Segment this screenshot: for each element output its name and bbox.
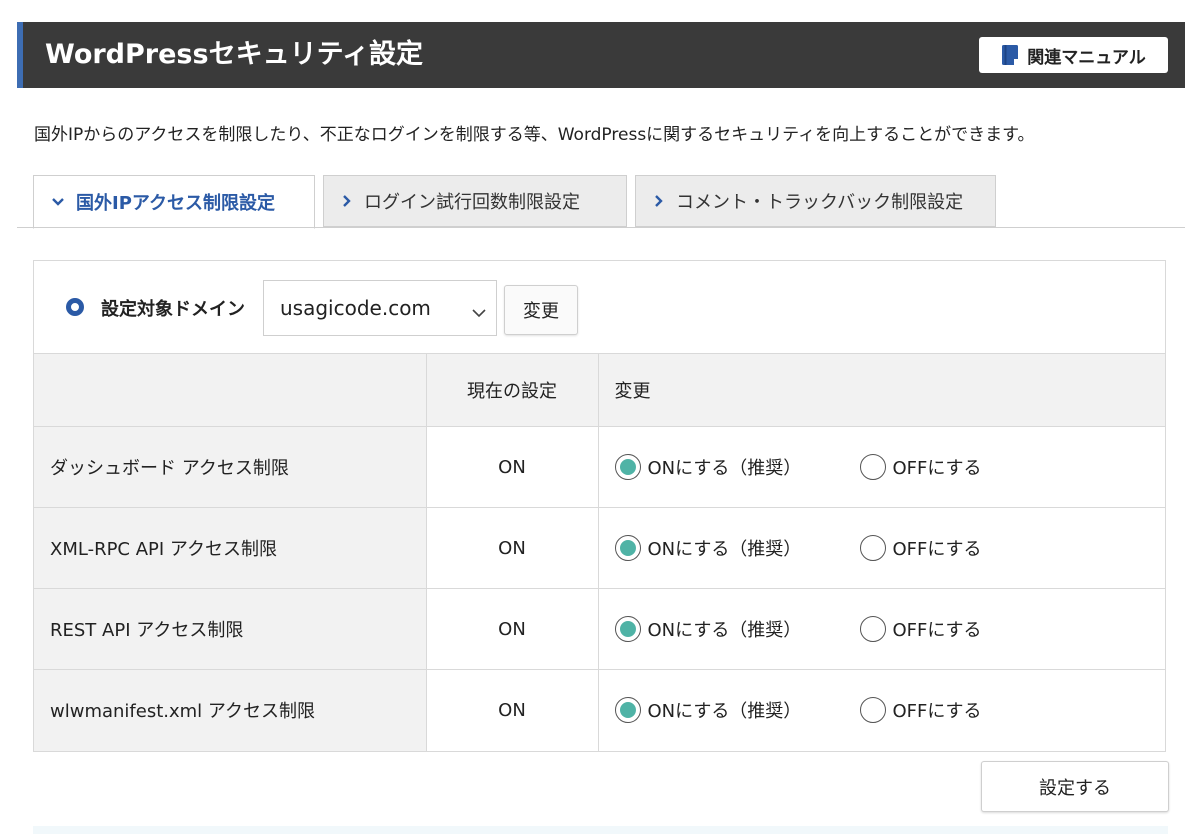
tabs-divider bbox=[17, 227, 1185, 228]
book-icon bbox=[1001, 44, 1019, 66]
on-option[interactable]: ONにする（推奨） bbox=[614, 454, 860, 480]
off-option[interactable]: OFFにする bbox=[859, 535, 982, 561]
domain-label: 設定対象ドメイン bbox=[101, 299, 245, 320]
related-manual-button[interactable]: 関連マニュアル bbox=[979, 37, 1168, 73]
table-row: XML-RPC API アクセス制限 ON ONにする（推奨） OFFにする bbox=[34, 507, 1165, 589]
radio-group: ONにする（推奨） OFFにする bbox=[614, 454, 1165, 480]
row-name: REST API アクセス制限 bbox=[34, 588, 427, 670]
table-row: wlwmanifest.xml アクセス制限 ON ONにする（推奨） OFFに… bbox=[34, 669, 1165, 751]
settings-table: 現在の設定 変更 ダッシュボード アクセス制限 ON ONにする（推奨） OFF… bbox=[34, 353, 1165, 751]
on-option[interactable]: ONにする（推奨） bbox=[614, 697, 860, 724]
radio-on[interactable] bbox=[614, 697, 641, 724]
page-title: WordPressセキュリティ設定 bbox=[45, 39, 423, 70]
table-row: ダッシュボード アクセス制限 ON ONにする（推奨） OFFにする bbox=[34, 426, 1165, 508]
off-label: OFFにする bbox=[892, 620, 982, 641]
submit-settings-button[interactable]: 設定する bbox=[981, 761, 1169, 812]
radio-on[interactable] bbox=[614, 454, 641, 480]
related-manual-label: 関連マニュアル bbox=[1027, 47, 1146, 68]
domain-selected-value: usagicode.com bbox=[280, 296, 431, 320]
off-option[interactable]: OFFにする bbox=[859, 697, 982, 724]
row-current: ON bbox=[426, 588, 599, 670]
row-current: ON bbox=[426, 426, 599, 508]
off-option[interactable]: OFFにする bbox=[859, 454, 982, 480]
header-current: 現在の設定 bbox=[426, 353, 599, 427]
on-label: ONにする（推奨） bbox=[647, 539, 802, 560]
off-label: OFFにする bbox=[892, 458, 982, 479]
domain-change-button[interactable]: 変更 bbox=[504, 285, 578, 335]
radio-off[interactable] bbox=[859, 454, 886, 480]
tab-label: 国外IPアクセス制限設定 bbox=[76, 193, 275, 214]
radio-group: ONにする（推奨） OFFにする bbox=[614, 616, 1165, 642]
page-header: WordPressセキュリティ設定 関連マニュアル bbox=[17, 22, 1185, 88]
tab-label: コメント・トラックバック制限設定 bbox=[676, 192, 964, 213]
chevron-right-icon bbox=[654, 195, 664, 207]
on-option[interactable]: ONにする（推奨） bbox=[614, 535, 860, 561]
table-header-row: 現在の設定 変更 bbox=[34, 353, 1165, 427]
radio-on[interactable] bbox=[614, 535, 641, 561]
chevron-down-icon bbox=[52, 197, 64, 207]
domain-radio-icon bbox=[66, 298, 84, 316]
row-current: ON bbox=[426, 507, 599, 589]
row-name: XML-RPC API アクセス制限 bbox=[34, 507, 427, 589]
on-option[interactable]: ONにする（推奨） bbox=[614, 616, 860, 642]
radio-off[interactable] bbox=[859, 535, 886, 561]
settings-panel: 設定対象ドメイン usagicode.com 変更 現在の設定 変更 ダッシュボ… bbox=[33, 260, 1166, 752]
tab-foreign-ip-restriction[interactable]: 国外IPアクセス制限設定 bbox=[33, 175, 315, 229]
row-name: ダッシュボード アクセス制限 bbox=[34, 426, 427, 508]
radio-group: ONにする（推奨） OFFにする bbox=[614, 697, 1165, 724]
chevron-right-icon bbox=[342, 195, 352, 207]
chevron-down-icon bbox=[472, 299, 486, 323]
header-item bbox=[34, 353, 427, 427]
off-label: OFFにする bbox=[892, 539, 982, 560]
on-label: ONにする（推奨） bbox=[647, 458, 802, 479]
on-label: ONにする（推奨） bbox=[647, 701, 802, 723]
off-option[interactable]: OFFにする bbox=[859, 616, 982, 642]
row-current: ON bbox=[426, 669, 599, 751]
off-label: OFFにする bbox=[892, 701, 982, 723]
radio-off[interactable] bbox=[859, 616, 886, 642]
tab-label: ログイン試行回数制限設定 bbox=[364, 192, 580, 213]
domain-select[interactable]: usagicode.com bbox=[263, 280, 497, 336]
row-name: wlwmanifest.xml アクセス制限 bbox=[34, 669, 427, 751]
tab-login-attempt-limit[interactable]: ログイン試行回数制限設定 bbox=[323, 175, 627, 227]
bottom-strip bbox=[33, 826, 1168, 834]
on-label: ONにする（推奨） bbox=[647, 620, 802, 641]
tab-comment-trackback-limit[interactable]: コメント・トラックバック制限設定 bbox=[635, 175, 996, 227]
domain-row: 設定対象ドメイン usagicode.com 変更 bbox=[34, 261, 1165, 353]
radio-group: ONにする（推奨） OFFにする bbox=[614, 535, 1165, 561]
header-change: 変更 bbox=[598, 353, 1165, 427]
table-row: REST API アクセス制限 ON ONにする（推奨） OFFにする bbox=[34, 588, 1165, 670]
page-description: 国外IPからのアクセスを制限したり、不正なログインを制限する等、WordPres… bbox=[34, 125, 1035, 145]
radio-off[interactable] bbox=[859, 697, 886, 724]
radio-on[interactable] bbox=[614, 616, 641, 642]
